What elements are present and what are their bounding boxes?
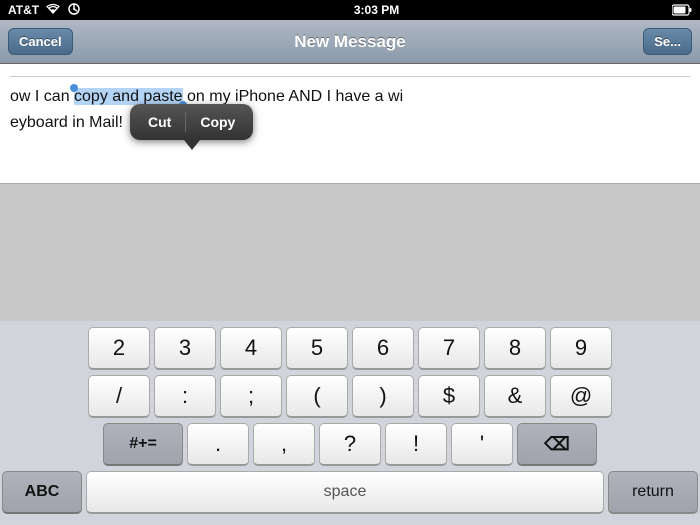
key-comma[interactable]: , bbox=[253, 423, 315, 466]
key-question[interactable]: ? bbox=[319, 423, 381, 466]
status-right bbox=[672, 4, 692, 16]
keyboard-row-3: #+= . , ? ! ' ⌫ bbox=[2, 423, 698, 466]
key-colon[interactable]: : bbox=[154, 375, 216, 418]
cut-button[interactable]: Cut bbox=[134, 110, 185, 134]
key-semicolon[interactable]: ; bbox=[220, 375, 282, 418]
nav-bar: Cancel New Message Se... bbox=[0, 20, 700, 64]
status-bar: AT&T 3:03 PM bbox=[0, 0, 700, 20]
after-selection-text: on my iPhone AND I have a wi bbox=[183, 88, 404, 105]
key-apostrophe[interactable]: ' bbox=[451, 423, 513, 466]
keyboard: 2 3 4 5 6 7 8 9 / : ; ( ) $ & @ #+= . , … bbox=[0, 321, 700, 525]
activity-icon bbox=[67, 2, 81, 19]
key-ampersand[interactable]: & bbox=[484, 375, 546, 418]
send-button[interactable]: Se... bbox=[643, 28, 692, 55]
key-hashplus[interactable]: #+= bbox=[103, 423, 183, 466]
key-6[interactable]: 6 bbox=[352, 327, 414, 370]
key-exclaim[interactable]: ! bbox=[385, 423, 447, 466]
message-line2: eyboard in Mail! bbox=[10, 111, 690, 135]
key-5[interactable]: 5 bbox=[286, 327, 348, 370]
key-8[interactable]: 8 bbox=[484, 327, 546, 370]
cancel-button[interactable]: Cancel bbox=[8, 28, 73, 55]
key-lparen[interactable]: ( bbox=[286, 375, 348, 418]
key-2[interactable]: 2 bbox=[88, 327, 150, 370]
key-rparen[interactable]: ) bbox=[352, 375, 414, 418]
wifi-icon bbox=[45, 3, 61, 18]
key-slash[interactable]: / bbox=[88, 375, 150, 418]
key-dollar[interactable]: $ bbox=[418, 375, 480, 418]
message-body: ow I can copy and paste on my iPhone AND… bbox=[10, 83, 690, 135]
to-field[interactable] bbox=[10, 72, 690, 77]
compose-area: Cut Copy ow I can copy and paste on my i… bbox=[0, 64, 700, 184]
key-3[interactable]: 3 bbox=[154, 327, 216, 370]
selected-word: copy and paste bbox=[74, 88, 183, 105]
keyboard-row-1: 2 3 4 5 6 7 8 9 bbox=[2, 327, 698, 370]
backspace-key[interactable]: ⌫ bbox=[517, 423, 597, 466]
key-9[interactable]: 9 bbox=[550, 327, 612, 370]
key-4[interactable]: 4 bbox=[220, 327, 282, 370]
abc-key[interactable]: ABC bbox=[2, 471, 82, 514]
key-period[interactable]: . bbox=[187, 423, 249, 466]
key-7[interactable]: 7 bbox=[418, 327, 480, 370]
carrier-label: AT&T bbox=[8, 3, 39, 17]
before-selection-text: ow I can bbox=[10, 88, 74, 105]
keyboard-row-4: ABC space return bbox=[2, 471, 698, 514]
status-left: AT&T bbox=[8, 2, 81, 19]
nav-title: New Message bbox=[294, 32, 406, 52]
context-menu: Cut Copy bbox=[130, 104, 253, 140]
copy-button[interactable]: Copy bbox=[186, 110, 249, 134]
keyboard-row-2: / : ; ( ) $ & @ bbox=[2, 375, 698, 418]
key-at[interactable]: @ bbox=[550, 375, 612, 418]
return-key[interactable]: return bbox=[608, 471, 698, 514]
selection-handle-top bbox=[70, 84, 78, 92]
battery-icon bbox=[672, 4, 692, 16]
space-key[interactable]: space bbox=[86, 471, 604, 514]
time-label: 3:03 PM bbox=[354, 3, 399, 17]
selected-text: copy and paste bbox=[74, 88, 183, 105]
